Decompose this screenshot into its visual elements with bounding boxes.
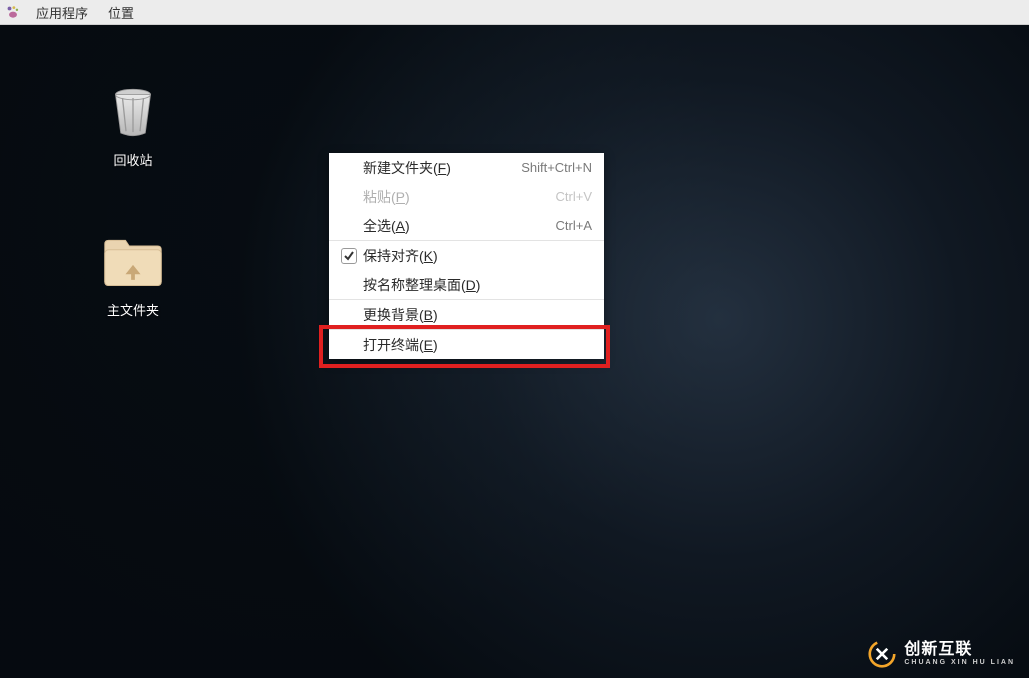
menu-select-all[interactable]: 全选(A) Ctrl+A [329, 211, 604, 240]
watermark: 创新互联 CHUANG XIN HU LIAN [868, 640, 1015, 668]
menu-open-terminal[interactable]: 打开终端(E) [329, 330, 604, 359]
menubar: 应用程序 位置 [0, 0, 1029, 25]
menu-select-all-shortcut: Ctrl+A [556, 218, 592, 233]
menu-new-folder-label: 新建文件夹(F) [363, 158, 451, 178]
watermark-main: 创新互联 [904, 642, 1015, 659]
menu-keep-aligned[interactable]: 保持对齐(K) [329, 241, 604, 270]
menu-paste: 粘贴(P) Ctrl+V [329, 182, 604, 211]
folder-icon [101, 230, 165, 294]
desktop-context-menu: 新建文件夹(F) Shift+Ctrl+N 粘贴(P) Ctrl+V 全选(A)… [329, 153, 604, 359]
menu-paste-label: 粘贴(P) [363, 187, 410, 207]
menu-new-folder-shortcut: Shift+Ctrl+N [521, 160, 592, 175]
menu-change-background[interactable]: 更换背景(B) [329, 300, 604, 329]
watermark-logo-icon [868, 640, 896, 668]
trash-icon [101, 80, 165, 144]
trash-icon-block[interactable]: 回收站 [88, 80, 178, 169]
watermark-sub: CHUANG XIN HU LIAN [904, 659, 1015, 666]
menu-keep-aligned-label: 保持对齐(K) [363, 246, 438, 266]
home-folder-icon-block[interactable]: 主文件夹 [88, 230, 178, 319]
home-folder-label: 主文件夹 [88, 300, 178, 319]
menu-select-all-label: 全选(A) [363, 216, 410, 236]
trash-label: 回收站 [88, 150, 178, 169]
menu-new-folder[interactable]: 新建文件夹(F) Shift+Ctrl+N [329, 153, 604, 182]
places-menu[interactable]: 位置 [98, 0, 144, 25]
menu-open-terminal-label: 打开终端(E) [363, 335, 438, 355]
menu-paste-shortcut: Ctrl+V [556, 189, 592, 204]
desktop[interactable]: 回收站 主文件夹 新建文件夹(F) Shift+Ctrl+N 粘贴(P) [0, 25, 1029, 678]
checkbox-checked-icon [341, 248, 357, 264]
menu-organize-by-name-label: 按名称整理桌面(D) [363, 275, 480, 295]
apps-menu[interactable]: 应用程序 [26, 0, 98, 25]
menu-change-background-label: 更换背景(B) [363, 305, 438, 325]
menu-organize-by-name[interactable]: 按名称整理桌面(D) [329, 270, 604, 299]
gnome-foot-icon [6, 5, 20, 19]
